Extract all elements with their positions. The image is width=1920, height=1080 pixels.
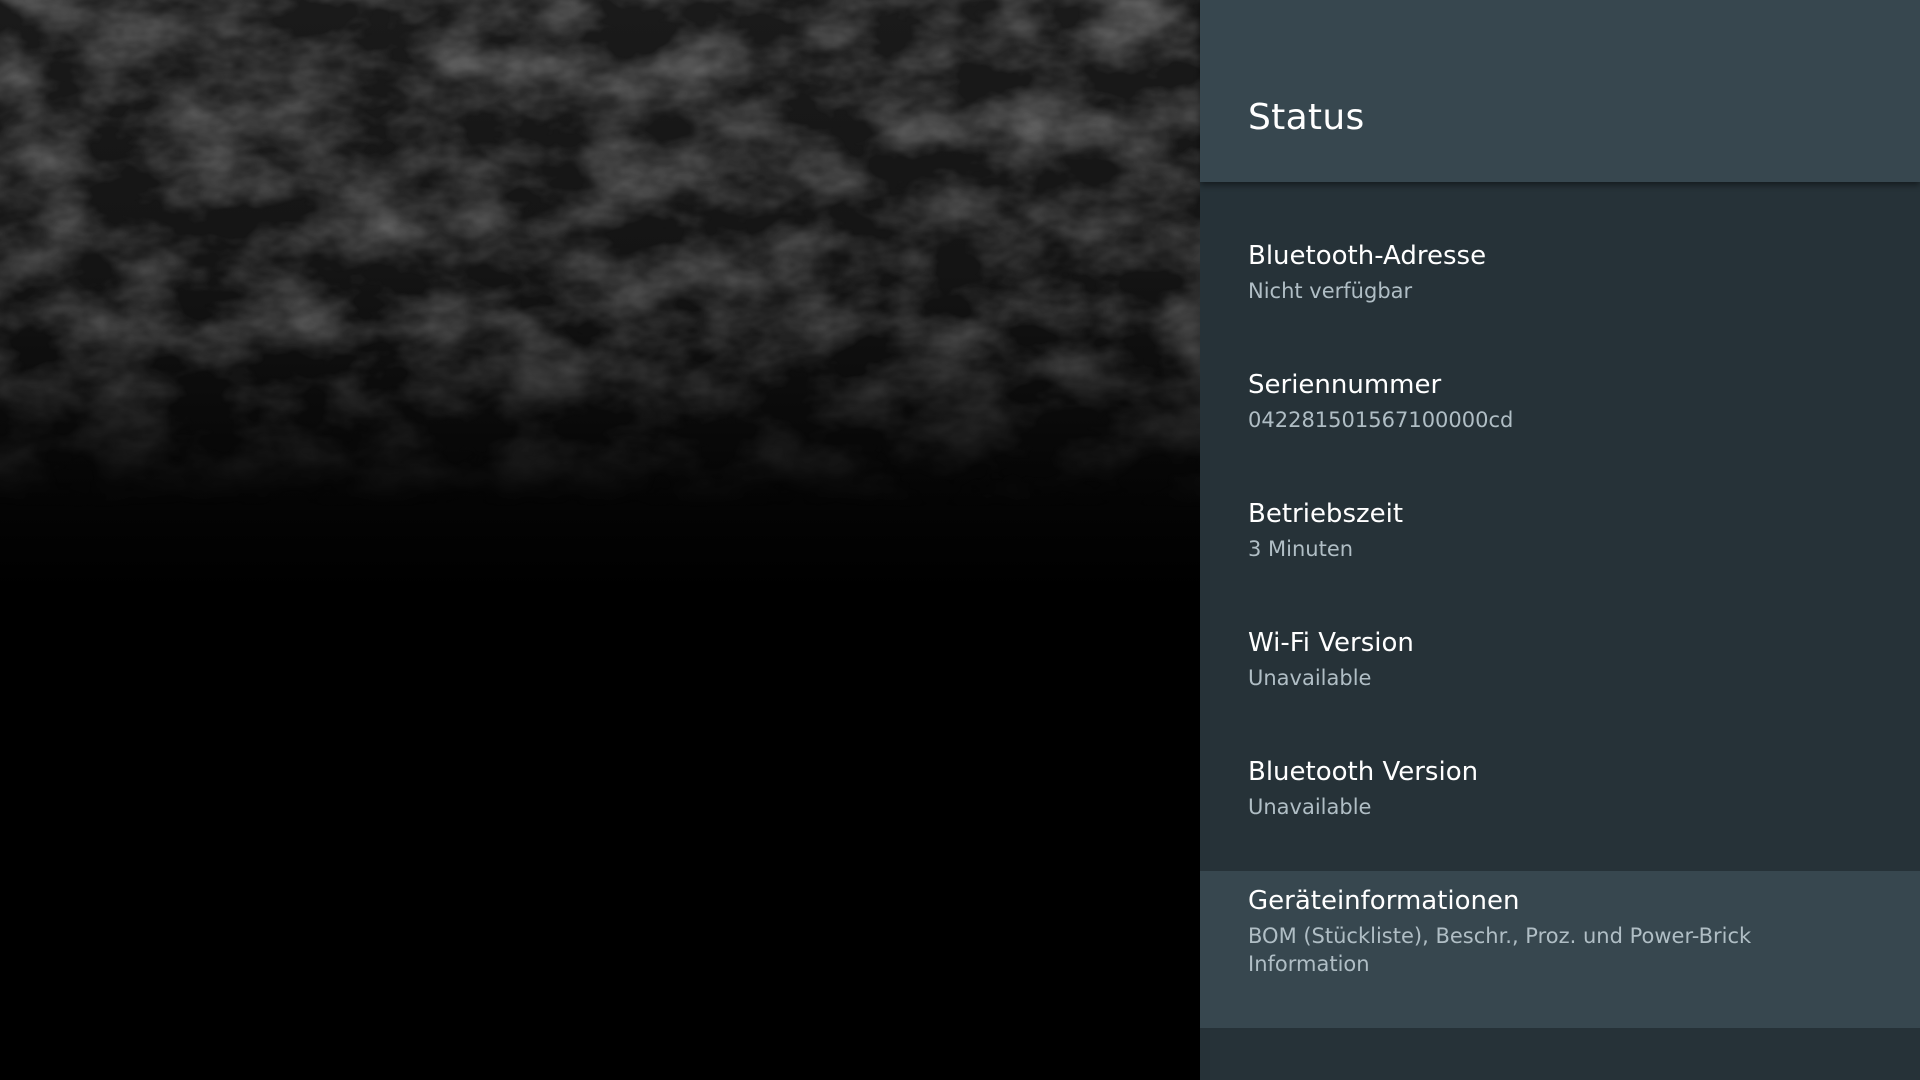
page-title: Status: [1248, 97, 1365, 138]
list-item-subtitle: 3 Minuten: [1248, 537, 1354, 561]
status-panel: Status Bluetooth-Adresse Nicht verfügbar…: [1200, 0, 1920, 1080]
background-artwork: [0, 0, 1200, 1080]
list-item-subtitle: BOM (Stückliste), Beschr., Proz. und Pow…: [1248, 924, 1752, 976]
list-item-title: Bluetooth Version: [1248, 757, 1479, 787]
list-item-title: Geräteinformationen: [1248, 886, 1520, 916]
list-item-uptime[interactable]: Betriebszeit 3 Minuten: [1200, 484, 1920, 613]
list-item-title: Bluetooth-Adresse: [1248, 241, 1487, 271]
settings-screen: Status Bluetooth-Adresse Nicht verfügbar…: [0, 0, 1920, 1080]
list-item-subtitle: Unavailable: [1248, 666, 1372, 690]
list-item-title: Wi-Fi Version: [1248, 628, 1414, 658]
list-item-wifi-version[interactable]: Wi-Fi Version Unavailable: [1200, 613, 1920, 742]
status-list: Bluetooth-Adresse Nicht verfügbar Serien…: [1200, 226, 1920, 1028]
background-artwork-texture: [0, 0, 1200, 1080]
list-item-subtitle: 0422815015671000​00cd: [1248, 408, 1514, 432]
list-item-subtitle: Nicht verfügbar: [1248, 279, 1413, 303]
panel-header: Status: [1200, 0, 1920, 182]
list-item-bluetooth-address[interactable]: Bluetooth-Adresse Nicht verfügbar: [1200, 226, 1920, 355]
list-item-serial-number[interactable]: Seriennummer 0422815015671000​00cd: [1200, 355, 1920, 484]
list-item-title: Seriennummer: [1248, 370, 1442, 400]
list-item-subtitle: Unavailable: [1248, 795, 1372, 819]
list-item-title: Betriebszeit: [1248, 499, 1404, 529]
list-item-bluetooth-version[interactable]: Bluetooth Version Unavailable: [1200, 742, 1920, 871]
list-item-device-information[interactable]: Geräteinformationen BOM (Stückliste), Be…: [1200, 871, 1920, 1028]
